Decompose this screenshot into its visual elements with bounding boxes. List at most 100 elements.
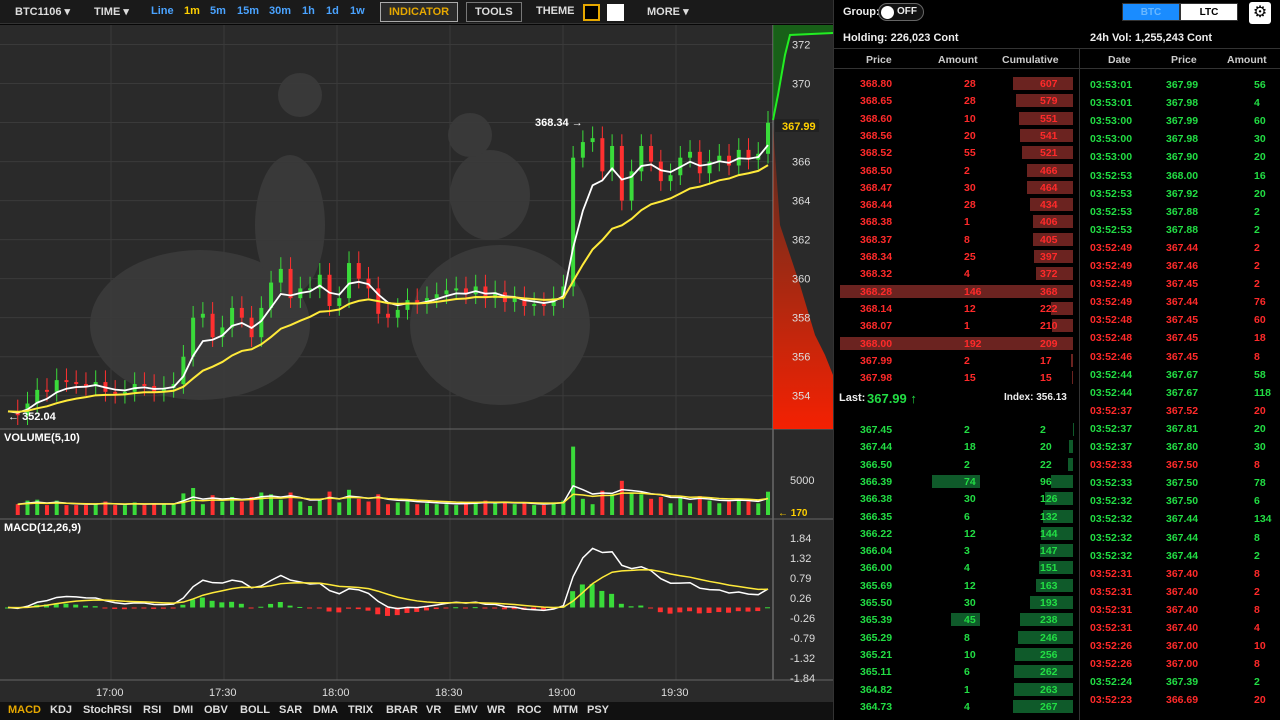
volume-bar xyxy=(191,488,196,515)
trade-amount: 8 xyxy=(1254,459,1260,472)
candle-body xyxy=(44,389,49,392)
book-amount: 10 xyxy=(964,648,976,661)
candle-body xyxy=(454,288,459,291)
book-header-cumulative: Cumulative xyxy=(1002,54,1059,66)
theme-label: THEME xyxy=(536,5,575,17)
book-cumulative: 464 xyxy=(1040,181,1058,194)
time-tick: 18:00 xyxy=(322,687,350,699)
interval-15m[interactable]: 15m xyxy=(237,5,259,17)
macd-bar xyxy=(121,607,127,610)
book-cumulative: 144 xyxy=(1040,527,1058,540)
interval-1h[interactable]: 1h xyxy=(302,5,315,17)
time-menu[interactable]: TIME ▾ xyxy=(94,5,129,18)
theme-light-swatch[interactable] xyxy=(607,4,624,21)
macd-bar xyxy=(462,607,468,609)
more-menu[interactable]: MORE ▾ xyxy=(647,5,689,18)
macd-bar xyxy=(648,607,654,609)
chevron-down-icon: ▾ xyxy=(123,6,129,18)
indicator-macd[interactable]: MACD xyxy=(8,704,41,716)
volume-bar xyxy=(541,505,546,515)
indicator-stochrsi[interactable]: StochRSI xyxy=(83,704,132,716)
book-amount: 4 xyxy=(964,700,970,713)
macd-bar xyxy=(579,584,585,608)
interval-line[interactable]: Line xyxy=(151,5,174,17)
interval-30m[interactable]: 30m xyxy=(269,5,291,17)
interval-1m[interactable]: 1m xyxy=(184,5,200,17)
trade-time: 03:52:26 xyxy=(1090,640,1133,653)
index-text: Index: 356.13 xyxy=(1004,392,1067,403)
trade-time: 03:52:53 xyxy=(1090,187,1133,200)
indicator-brar[interactable]: BRAR xyxy=(386,704,418,716)
macd-tick: 0.26 xyxy=(790,593,811,605)
indicator-psy[interactable]: PSY xyxy=(587,704,609,716)
book-amount: 30 xyxy=(964,493,976,506)
price-tick: 372 xyxy=(792,40,810,52)
indicator-sar[interactable]: SAR xyxy=(279,704,302,716)
indicator-dmi[interactable]: DMI xyxy=(173,704,193,716)
candle-body xyxy=(142,384,147,386)
trade-price: 367.45 xyxy=(1166,278,1199,291)
price-tick: 358 xyxy=(792,313,810,325)
indicator-trix[interactable]: TRIX xyxy=(348,704,373,716)
volume-bar xyxy=(220,501,225,515)
macd-bar xyxy=(229,601,235,608)
indicator-vr[interactable]: VR xyxy=(426,704,441,716)
price-tick: 356 xyxy=(792,352,810,364)
pair-btc-button[interactable]: BTC xyxy=(1122,3,1180,21)
indicator-boll[interactable]: BOLL xyxy=(240,704,270,716)
indicator-button[interactable]: INDICATOR xyxy=(380,2,459,22)
theme-dark-swatch[interactable] xyxy=(583,4,600,21)
volume-bar xyxy=(736,498,741,515)
volume-bar xyxy=(434,504,439,515)
indicator-wr[interactable]: WR xyxy=(487,704,505,716)
trade-time: 03:52:32 xyxy=(1090,549,1133,562)
indicator-roc[interactable]: ROC xyxy=(517,704,541,716)
candle-body xyxy=(288,268,293,299)
trade-price: 367.44 xyxy=(1166,513,1199,526)
macd-bar xyxy=(735,607,741,612)
trade-price: 367.45 xyxy=(1166,314,1199,327)
high-annotation: 368.34 → xyxy=(535,117,583,129)
indicator-mtm[interactable]: MTM xyxy=(553,704,578,716)
candle-body xyxy=(386,313,390,318)
indicator-emv[interactable]: EMV xyxy=(454,704,478,716)
gear-icon[interactable]: ⚙ xyxy=(1249,2,1271,24)
volume-bar xyxy=(707,500,712,515)
macd-bar xyxy=(765,607,770,609)
book-price: 366.04 xyxy=(860,545,893,558)
trade-price: 367.40 xyxy=(1166,567,1199,580)
trade-amount: 2 xyxy=(1254,676,1260,689)
pair-ltc-button[interactable]: LTC xyxy=(1180,3,1238,21)
interval-1d[interactable]: 1d xyxy=(326,5,339,17)
volume-bar xyxy=(161,504,166,515)
indicator-kdj[interactable]: KDJ xyxy=(50,704,72,716)
book-amount: 2 xyxy=(964,424,970,436)
trade-price: 367.80 xyxy=(1166,441,1199,453)
indicator-dma[interactable]: DMA xyxy=(313,704,338,716)
indicator-obv[interactable]: OBV xyxy=(204,704,228,716)
book-price: 365.21 xyxy=(860,648,893,661)
book-amount: 4 xyxy=(964,268,970,281)
book-cumulative: 579 xyxy=(1040,95,1058,108)
tools-button[interactable]: TOOLS xyxy=(466,2,522,22)
candle-body xyxy=(590,138,595,143)
volume-label: VOLUME(5,10) xyxy=(4,432,80,444)
indicator-rsi[interactable]: RSI xyxy=(143,704,161,716)
macd-bar xyxy=(316,607,322,609)
price-chart[interactable]: 372370368366364362360358356354 5000 1.84… xyxy=(0,25,833,702)
macd-bar xyxy=(472,607,478,609)
book-cumulative: 222 xyxy=(1040,302,1058,315)
book-header-amount: Amount xyxy=(938,54,978,66)
price-tick: 370 xyxy=(792,79,810,91)
candle-body xyxy=(571,157,576,287)
group-toggle[interactable]: OFF xyxy=(878,3,924,21)
trade-time: 03:52:48 xyxy=(1090,332,1133,345)
trade-price: 367.45 xyxy=(1166,350,1199,363)
symbol-selector[interactable]: BTC1106 ▾ xyxy=(15,5,70,18)
book-amount: 12 xyxy=(964,527,976,540)
interval-5m[interactable]: 5m xyxy=(210,5,226,17)
volume-bar xyxy=(649,498,654,515)
trade-amount: 78 xyxy=(1254,477,1266,490)
trade-amount: 56 xyxy=(1254,79,1266,91)
interval-1w[interactable]: 1w xyxy=(350,5,365,17)
